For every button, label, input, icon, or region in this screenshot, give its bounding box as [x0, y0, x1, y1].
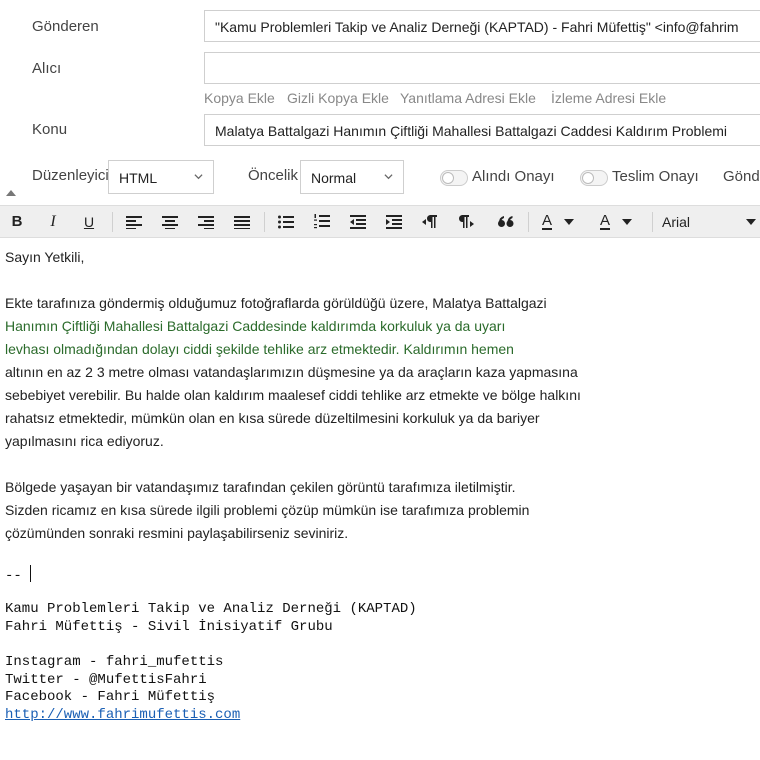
- priority-label: Öncelik: [248, 167, 299, 184]
- signature-facebook: Facebook - Fahri Müfettiş: [5, 689, 216, 705]
- read-receipt-label: Alındı Onayı: [472, 168, 555, 185]
- toolbar-divider: [528, 212, 529, 232]
- chevron-down-icon: [564, 218, 575, 225]
- add-cc-link[interactable]: Kopya Ekle: [204, 90, 275, 106]
- signature-group: Fahri Müfettiş - Sivil İnisiyatif Grubu: [5, 618, 333, 635]
- toolbar-divider: [652, 212, 653, 232]
- align-left-button[interactable]: [122, 206, 146, 237]
- paragraph-line: yapılmasını rica ediyoruz.: [5, 433, 164, 449]
- blockquote-button[interactable]: [494, 206, 518, 237]
- priority-select-value: Normal: [311, 170, 357, 186]
- paragraph-line: levhası olmadığından dolayı ciddi şekild…: [5, 341, 514, 357]
- chevron-down-icon: [746, 219, 756, 225]
- paragraph-line: rahatsız etmektedir, mümkün olan en kısa…: [5, 410, 540, 426]
- numbered-list-icon: [314, 214, 330, 229]
- delivery-receipt-toggle[interactable]: [580, 170, 608, 186]
- signature-org: Kamu Problemleri Takip ve Analiz Derneği…: [5, 601, 417, 617]
- indent-icon: [386, 214, 402, 229]
- to-field[interactable]: [204, 52, 760, 84]
- priority-select[interactable]: Normal: [300, 160, 404, 194]
- text-cursor: [30, 565, 32, 582]
- format-toolbar: B I U A A Arial: [0, 205, 760, 238]
- toolbar-divider: [112, 212, 113, 232]
- paragraph-line: Hanımın Çiftliği Mahallesi Battalgazi Ca…: [5, 318, 506, 334]
- paragraph-line: Sizden ricamız en kısa sürede ilgili pro…: [5, 502, 530, 518]
- align-left-icon: [126, 215, 142, 229]
- font-family-select[interactable]: Arial: [656, 206, 760, 237]
- signature-twitter: Twitter - @MufettisFahri: [5, 671, 207, 688]
- font-family-value: Arial: [662, 213, 691, 230]
- signature-block: Kamu Problemleri Takip ve Analiz Derneği…: [5, 601, 417, 724]
- add-bcc-link[interactable]: Gizli Kopya Ekle: [287, 90, 389, 106]
- bullet-list-button[interactable]: [274, 206, 298, 237]
- outdent-icon: [350, 214, 366, 229]
- paragraph-2: Bölgede yaşayan bir vatandaşımız tarafın…: [5, 476, 605, 545]
- bullet-list-icon: [278, 215, 294, 228]
- greeting-text: Sayın Yetkili,: [5, 249, 85, 265]
- read-receipt-toggle[interactable]: [440, 170, 468, 186]
- align-justify-button[interactable]: [230, 206, 254, 237]
- indent-button[interactable]: [382, 206, 406, 237]
- align-center-icon: [162, 215, 178, 229]
- paragraph-line: çözümünden sonraki resmini paylaşabilirs…: [5, 525, 349, 541]
- send-label[interactable]: Gönd: [723, 168, 760, 185]
- chevron-down-icon: [622, 218, 633, 225]
- from-field[interactable]: "Kamu Problemleri Takip ve Analiz Derneğ…: [204, 10, 760, 42]
- background-color-icon: A: [600, 212, 611, 230]
- message-body[interactable]: Sayın Yetkili, Ekte tarafınıza göndermiş…: [5, 246, 605, 545]
- subject-label: Konu: [32, 121, 68, 138]
- background-color-button[interactable]: A: [596, 206, 644, 237]
- collapse-header-icon[interactable]: [6, 184, 16, 202]
- bold-button[interactable]: B: [6, 206, 28, 237]
- paragraph-line: altının en az 2 3 metre olması vatandaşl…: [5, 364, 578, 380]
- add-tracking-address-link[interactable]: İzleme Adresi Ekle: [551, 90, 666, 106]
- editor-select[interactable]: HTML: [108, 160, 214, 194]
- paragraph-line: Bölgede yaşayan bir vatandaşımız tarafın…: [5, 479, 516, 495]
- font-color-button[interactable]: A: [538, 206, 586, 237]
- underline-button[interactable]: U: [78, 206, 100, 237]
- outdent-button[interactable]: [346, 206, 370, 237]
- signature-separator: --: [5, 565, 32, 586]
- numbered-list-button[interactable]: [310, 206, 334, 237]
- paragraph-1: Ekte tarafınıza göndermiş olduğumuz foto…: [5, 292, 605, 453]
- chevron-down-icon: [384, 174, 393, 180]
- rtl-paragraph-button[interactable]: [418, 206, 442, 237]
- paragraph-line: sebebiyet verebilir. Bu halde olan kaldı…: [5, 387, 581, 403]
- font-color-icon: A: [542, 212, 553, 230]
- to-label: Alıcı: [32, 60, 62, 77]
- editor-select-value: HTML: [119, 170, 158, 186]
- add-reply-to-link[interactable]: Yanıtlama Adresi Ekle: [400, 90, 536, 106]
- paragraph-ltr-icon: [458, 215, 474, 228]
- align-center-button[interactable]: [158, 206, 182, 237]
- quote-icon: [498, 215, 514, 227]
- ltr-paragraph-button[interactable]: [454, 206, 478, 237]
- editor-label: Düzenleyici: [32, 167, 109, 184]
- paragraph-line: Ekte tarafınıza göndermiş olduğumuz foto…: [5, 295, 547, 311]
- signature-instagram: Instagram - fahri_mufettis: [5, 654, 224, 670]
- align-right-button[interactable]: [194, 206, 218, 237]
- align-justify-icon: [234, 215, 250, 229]
- from-label: Gönderen: [32, 18, 99, 35]
- paragraph-rtl-icon: [422, 215, 437, 228]
- chevron-down-icon: [194, 174, 203, 180]
- align-right-icon: [198, 215, 214, 229]
- subject-field[interactable]: Malatya Battalgazi Hanımın Çiftliği Maha…: [204, 114, 760, 146]
- signature-website-link[interactable]: http://www.fahrimufettis.com: [5, 707, 417, 725]
- delivery-receipt-label: Teslim Onayı: [612, 168, 699, 185]
- italic-button[interactable]: I: [42, 206, 64, 237]
- toolbar-divider: [264, 212, 265, 232]
